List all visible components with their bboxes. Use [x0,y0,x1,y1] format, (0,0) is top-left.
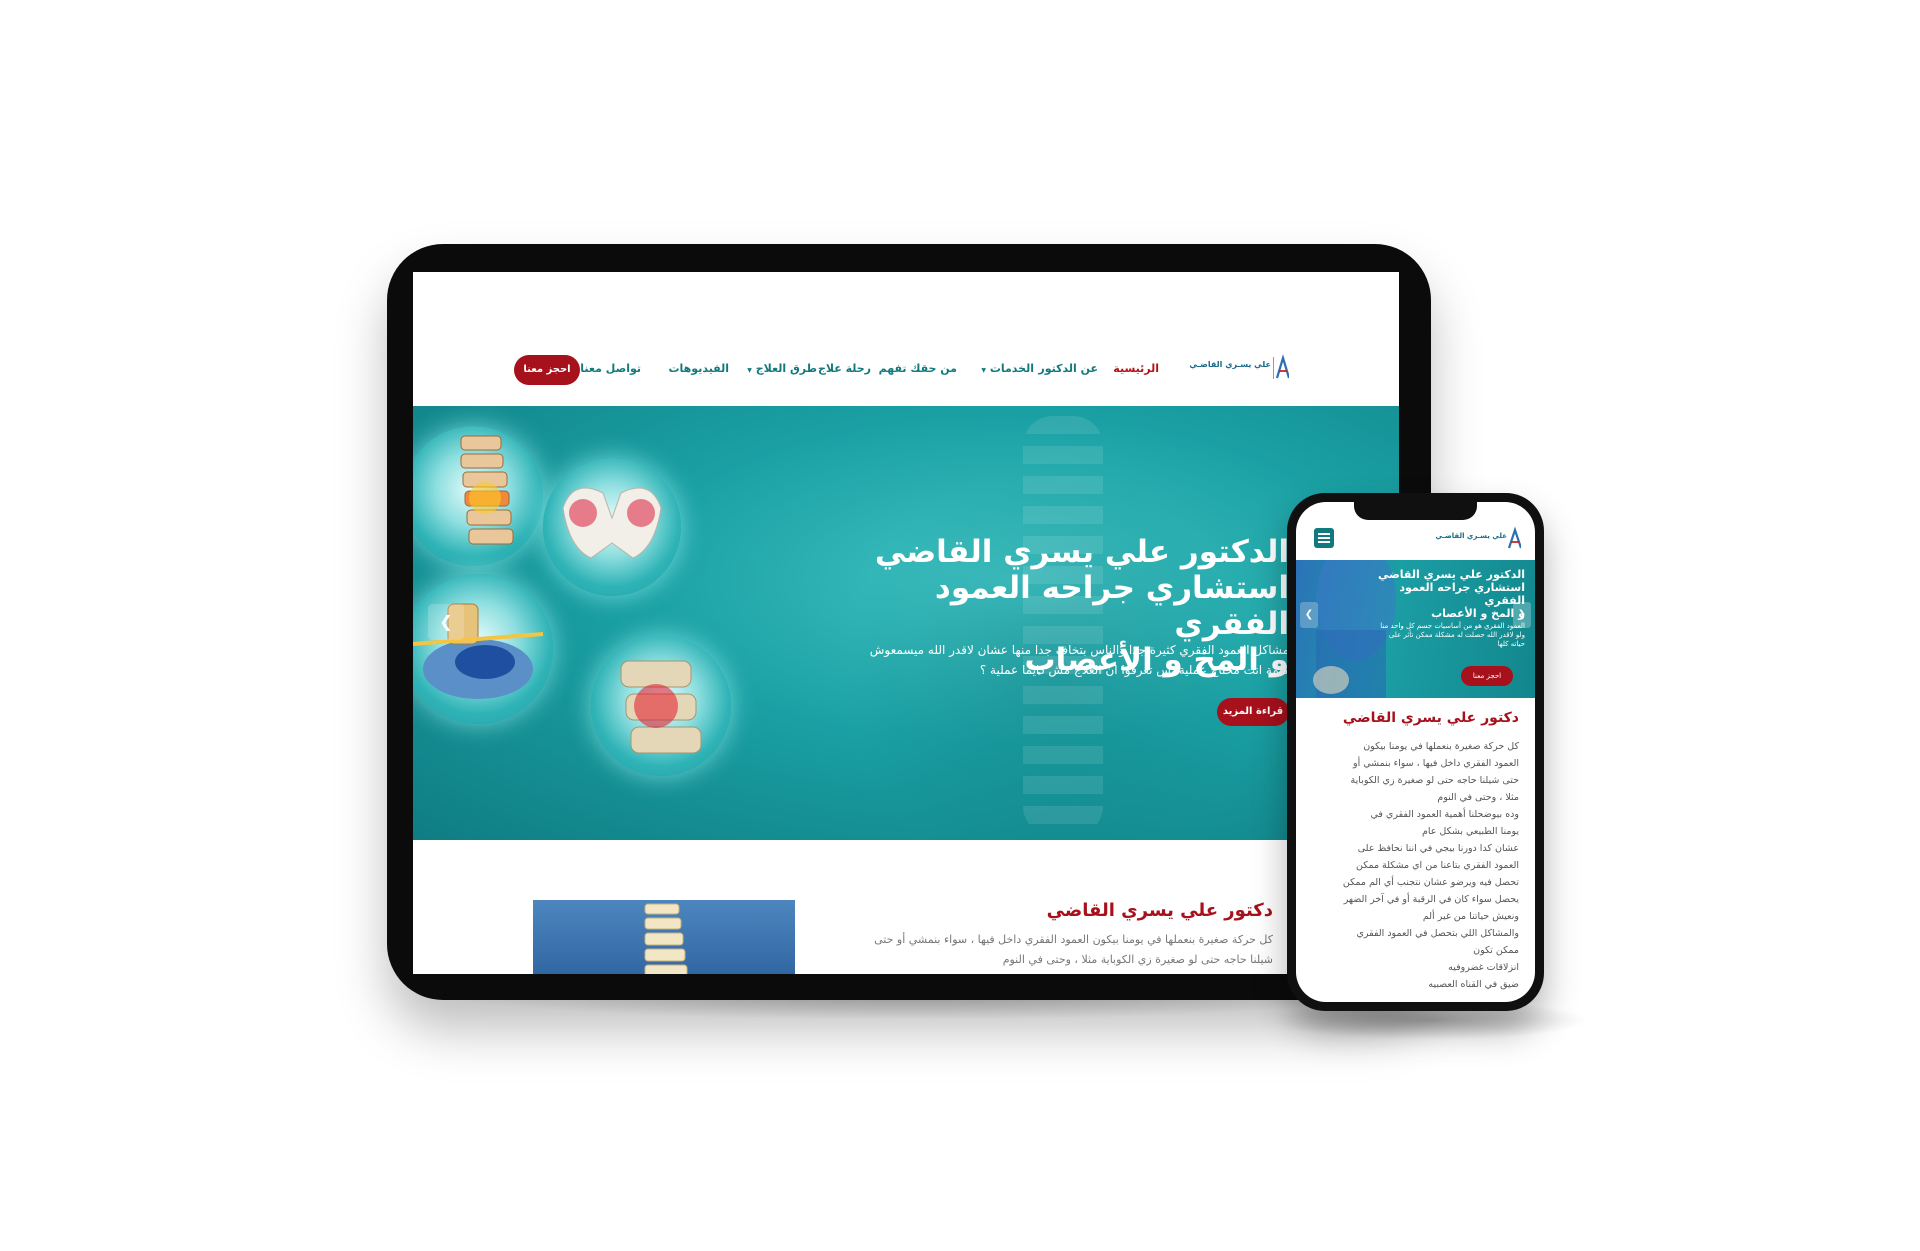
hero-title-line2: استشاري جراحه العمود الفقري [934,570,1289,642]
text-line: تحصل فيه ويرضو عشان نتجنب أي الم ممكن [1342,877,1519,888]
phone-hero-title: الدكتور علي يسري القاضي استشاري جراحه ال… [1375,568,1525,620]
disc-image [413,603,544,699]
phone-hero-title-line3: و المخ و الأعصاب [1431,607,1525,620]
phone-slider-prev-icon[interactable]: ❮ [1300,602,1318,628]
book-button[interactable]: احجز معنا [514,355,580,385]
text-line: عشان كدا دورنا بيجي في اننا نحافظ على [1357,843,1519,854]
nav-services[interactable]: الخدمات ▼ [981,362,1034,375]
text-line: انزلاقات غضروفيه [1448,962,1519,973]
vertebra-image [620,660,702,754]
hamburger-menu-icon[interactable] [1314,528,1334,548]
pelvis-illustration [543,458,681,596]
phone-hero-title-line1: الدكتور علي يسري القاضي [1378,568,1525,581]
chevron-down-icon: ▼ [747,367,752,374]
text-line: ونعيش حياتنا من غير ألم [1422,911,1519,922]
nav-home[interactable]: الرئيسية [1113,362,1159,375]
doctor-photo [533,900,795,974]
phone-doctor-section-text: كل حركة صغيرة بنعملها في يومنا بيكون الع… [1334,738,1519,993]
nav-videos[interactable]: الفيديوهات [669,362,730,375]
hero-title-line1: الدكتور علي يسري القاضي [874,534,1289,570]
phone-notch [1354,502,1477,520]
logo-text: علي يسـري القاضـي [1189,360,1271,369]
phone-hero-text: العمود الفقري هو من أساسيات جسم كل واحد … [1380,622,1525,648]
phone-hero-slider: ❮ ❯ الدكتور علي يسري القاضي استشاري جراح… [1296,560,1535,698]
doctor-section-text: كل حركة صغيرة بنعملها في يومنا بيكون الع… [874,933,1273,966]
text-line: ضيق في القناه العصبيه [1428,979,1519,990]
hero-text: مشاكل العمود الفقري كثيرة جدا والناس بتخ… [869,643,1289,677]
slider-prev-arrow-icon[interactable]: ❮ [428,604,464,640]
text-line: يحصل سواء كان في الرقبة أو في آخر الضهر [1343,894,1519,905]
nav-contact[interactable]: تواصل معنا [580,362,641,375]
read-more-button[interactable]: قراءة المزيد [1217,698,1289,726]
text-line: يومنا الطبيعي بشكل عام [1421,826,1519,837]
text-line: العمود الفقري بتاعنا من اي مشكلة ممكن [1355,860,1519,871]
site-logo[interactable]: علي يسـري القاضـي [1189,354,1291,382]
pelvis-image [562,487,662,559]
phone-screen: علي يسـري القاضـي ❮ ❯ الدكتور علي يسري ا… [1296,502,1535,1002]
spine-image [460,435,514,545]
text-line: ممكن تكون [1473,945,1519,956]
nav-treatments-label: طرق العلاج [755,362,817,375]
nav-journey[interactable]: رحلة علاج [818,362,871,375]
disc-illustration [413,574,553,724]
text-line: العمود الفقري داخل فيها ، سواء بنمشي أو [1353,758,1519,769]
vertebra-illustration [591,636,731,776]
phone-hero-title-line2: استشاري جراحه العمود الفقري [1399,581,1525,607]
text-line: حتى شيلنا حاجه حتى لو صغيرة زي الكوباية [1350,775,1519,786]
phone-site-logo[interactable]: علي يسـري القاضـي [1433,526,1523,552]
phone-book-button[interactable]: احجز معنا [1461,666,1513,686]
text-line: والمشاكل اللي بتحصل في العمود الفقري [1356,928,1519,939]
nav-services-label: الخدمات [989,362,1034,375]
doctor-spine-image [644,903,688,974]
hero-slider: ❮ الدكتور علي يسري القاضي استشاري جراحه … [413,406,1399,840]
nav-treatments[interactable]: طرق العلاج ▼ [747,362,817,375]
phone-logo-text: علي يسـري القاضـي [1435,532,1507,540]
text-line: كل حركة صغيرة بنعملها في يومنا بيكون [1363,741,1519,752]
spine-illustration [413,426,543,566]
text-line: مثلا ، وحتى في النوم [1437,792,1519,803]
text-line: وده بيوضحلنا أهمية العمود الفقري في [1370,809,1519,820]
chevron-down-icon: ▼ [981,367,986,374]
nav-about[interactable]: عن الدكتور [1038,362,1098,375]
phone-doctor-section-title: دكتور علي يسري القاضي [1342,710,1519,726]
tablet-screen: علي يسـري القاضـي الرئيسية عن الدكتور ال… [413,272,1399,974]
doctor-section-title: دكتور علي يسري القاضي [1046,900,1273,921]
nav-rights[interactable]: من حقك تفهم [879,362,957,375]
